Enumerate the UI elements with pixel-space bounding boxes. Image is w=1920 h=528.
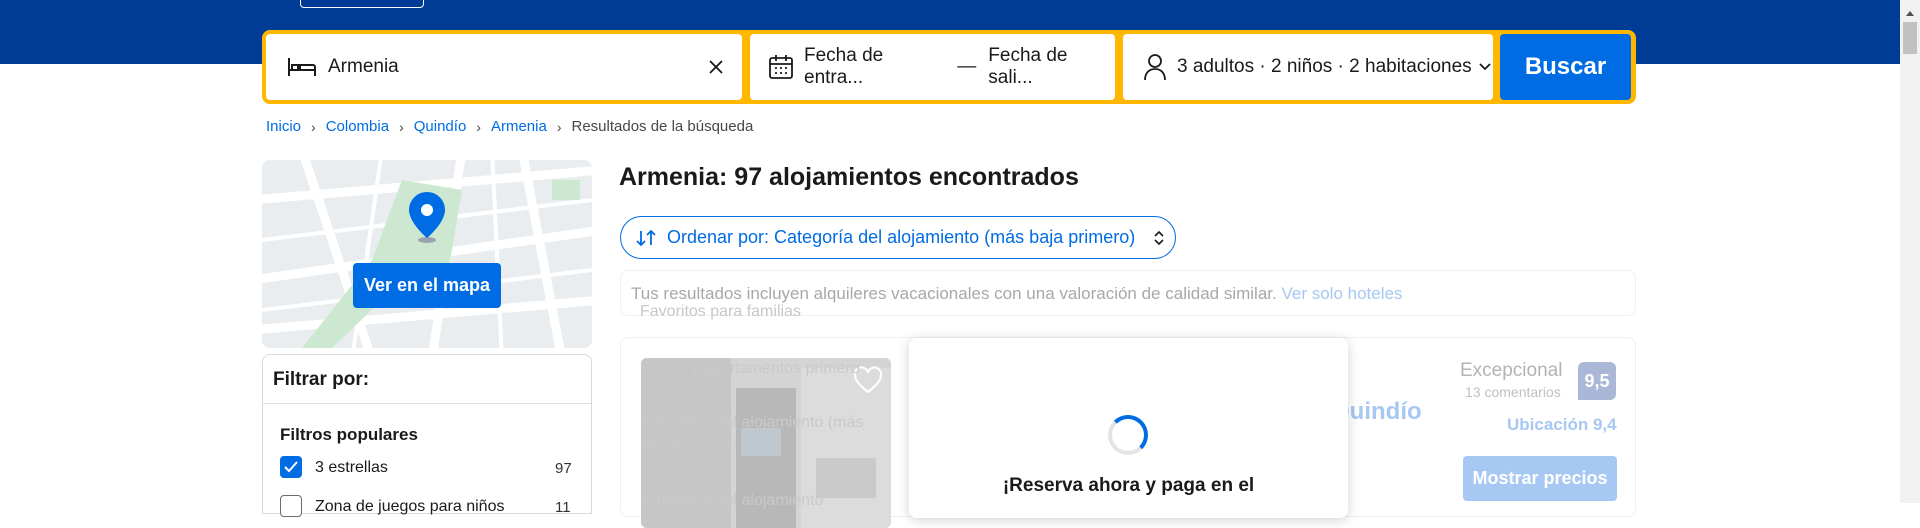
chevron-right-icon: ›: [311, 118, 316, 135]
results-title: Armenia: 97 alojamientos encontrados: [619, 163, 1079, 191]
page-scrollbar[interactable]: [1900, 0, 1920, 503]
show-prices-button[interactable]: Mostrar precios: [1463, 456, 1617, 501]
sort-option-ghost: Casas y apartamentos primero: [641, 360, 860, 377]
show-on-map-button[interactable]: Ver en el mapa: [353, 263, 501, 308]
checkout-field[interactable]: Fecha de sali...: [988, 45, 1115, 89]
notice-text-row: Tus resultados incluyen alquileres vacac…: [631, 284, 1402, 304]
person-icon: [1143, 53, 1167, 81]
checkin-field[interactable]: Fecha de entra...: [804, 45, 945, 89]
bed-icon: [286, 55, 318, 79]
scrollbar-thumb[interactable]: [1903, 22, 1917, 54]
checkmark-icon: [284, 461, 298, 473]
sort-option-ghost: Categoría del alojamiento (más alta prim…: [641, 414, 864, 450]
location-score: Ubicación 9,4: [1507, 415, 1617, 434]
loading-spinner-icon: [1108, 415, 1148, 455]
chevron-right-icon: ›: [399, 118, 404, 135]
map-pin-icon: [407, 190, 447, 249]
chevron-updown-icon: [1153, 230, 1165, 246]
divider: [263, 403, 591, 404]
dates-field[interactable]: Fecha de entra... — Fecha de sali...: [750, 34, 1115, 100]
scroll-up-icon[interactable]: [1905, 4, 1915, 22]
breadcrumb-armenia[interactable]: Armenia: [491, 118, 547, 135]
filter-playground-count: 11: [555, 499, 571, 516]
review-score-word: Excepcional: [1460, 360, 1563, 381]
filter-playground-label[interactable]: Zona de juegos para niños: [315, 498, 504, 516]
map-streets: [262, 160, 592, 348]
filter-3-stars-checkbox[interactable]: [280, 456, 302, 478]
review-score-badge: 9,5: [1578, 362, 1616, 400]
popular-filters-title: Filtros populares: [280, 425, 418, 444]
filters-title: Filtrar por:: [273, 369, 370, 390]
breadcrumb-colombia[interactable]: Colombia: [326, 118, 389, 135]
breadcrumb-current: Resultados de la búsqueda: [571, 118, 754, 135]
calendar-icon: [768, 54, 794, 80]
sort-option-ghost: Categoría del alojamiento: [641, 492, 824, 509]
search-bar: Armenia Fecha de entra... — Fecha de sal…: [262, 30, 1636, 104]
loading-modal: ¡Reserva ahora y paga en el: [909, 338, 1348, 518]
breadcrumb: Inicio › Colombia › Quindío › Armenia › …: [266, 118, 753, 135]
destination-field[interactable]: Armenia: [266, 34, 742, 100]
filter-3-stars-count: 97: [555, 460, 572, 477]
filters-panel: Filtrar por: Filtros populares 3 estrell…: [262, 354, 592, 517]
modal-title: ¡Reserva ahora y paga en el: [1002, 475, 1255, 496]
review-count: 13 comentarios: [1465, 384, 1561, 400]
chevron-right-icon: ›: [476, 118, 481, 135]
occupancy-field[interactable]: 3 adultos · 2 niños · 2 habitaciones: [1123, 34, 1493, 100]
filter-3-stars-label[interactable]: 3 estrellas: [315, 459, 388, 477]
destination-input[interactable]: Armenia: [328, 56, 399, 78]
sort-arrows-icon: [635, 229, 657, 247]
sort-option-ghost: Favoritos para familias: [640, 303, 801, 320]
breadcrumb-inicio[interactable]: Inicio: [266, 118, 301, 135]
occupancy-value: 3 adultos · 2 niños · 2 habitaciones: [1177, 56, 1472, 77]
date-separator: —: [957, 56, 977, 77]
notice-text: Tus resultados incluyen alquileres vacac…: [631, 284, 1277, 303]
search-button[interactable]: Buscar: [1500, 34, 1631, 100]
chevron-down-icon: [1478, 62, 1492, 72]
sort-dropdown[interactable]: Ordenar por: Categoría del alojamiento (…: [620, 216, 1176, 259]
only-hotels-link[interactable]: Ver solo hoteles: [1281, 284, 1402, 303]
map-preview[interactable]: Ver en el mapa: [262, 160, 592, 348]
breadcrumb-quindio[interactable]: Quindío: [414, 118, 467, 135]
sort-label: Ordenar por: Categoría del alojamiento (…: [667, 227, 1136, 247]
filter-playground-checkbox[interactable]: [280, 495, 302, 517]
header-account-button[interactable]: [300, 0, 424, 8]
clear-destination-icon[interactable]: [708, 59, 724, 75]
chevron-right-icon: ›: [556, 118, 562, 135]
